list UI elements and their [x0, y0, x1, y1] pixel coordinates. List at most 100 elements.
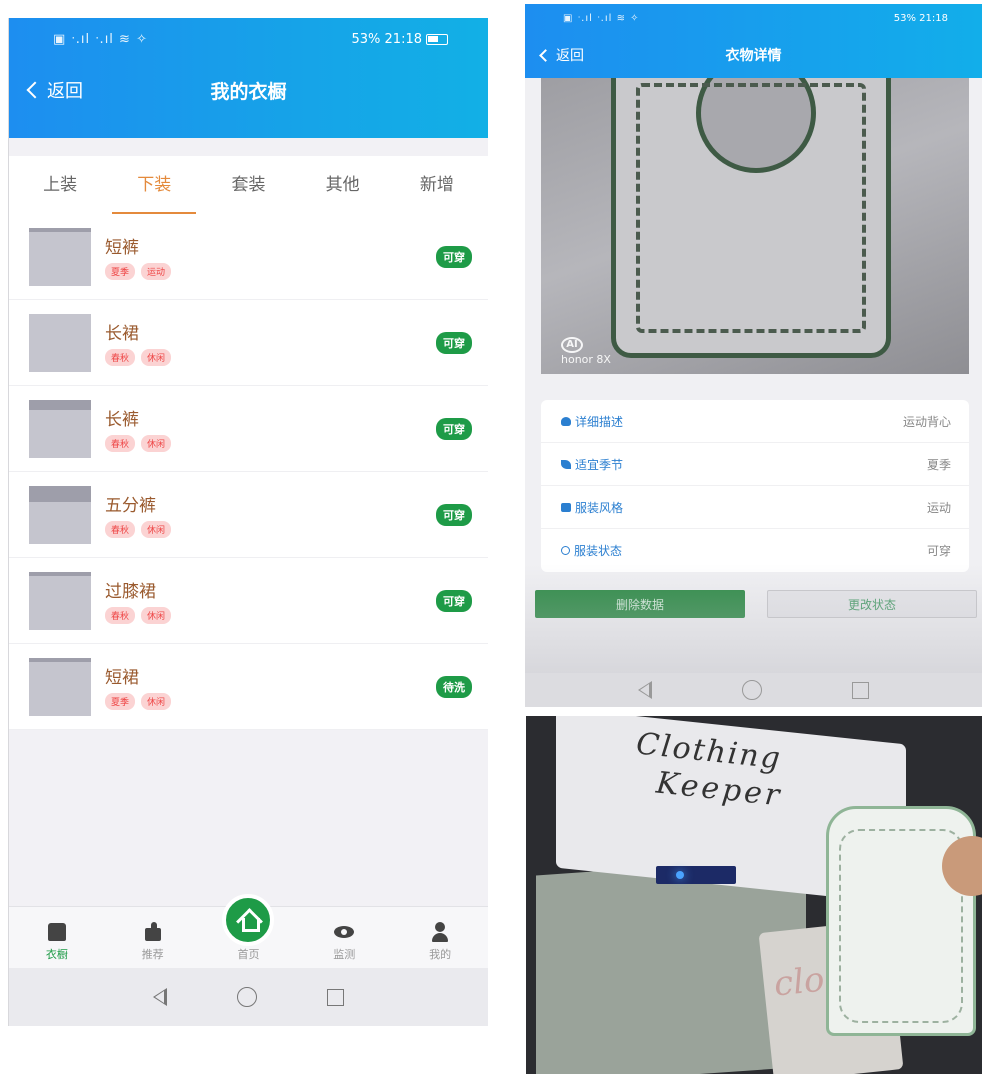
bottom-tab-label: 衣橱 — [45, 948, 68, 961]
handwriting-panel: clo — [772, 959, 827, 1005]
item-name: 长裤 — [105, 410, 139, 430]
item-tags: 夏季 运动 — [105, 263, 436, 280]
detail-row-season: 适宜季节 夏季 — [541, 443, 969, 486]
item-thumbnail — [29, 227, 91, 286]
status-bar: ▣ ᐧ.ıl ᐧ.ıl ≋ ✧ 53% 21:18 — [525, 4, 982, 32]
tab-tops[interactable]: 上装 — [14, 156, 106, 214]
style-tag: 休闲 — [141, 607, 172, 624]
thumbs-up-icon — [141, 920, 165, 944]
item-tags: 春秋 休闲 — [105, 607, 436, 624]
detail-row-description: 详细描述 运动背心 — [541, 400, 969, 443]
clothes-list: 短裤 夏季 运动 可穿 长裙 春秋 休闲 可穿 长裤 春秋 休闲 可穿 五分裤 … — [9, 214, 488, 730]
item-body: 短裙 夏季 休闲 — [105, 663, 436, 710]
battery-time-text: 53% 21:18 — [351, 31, 423, 47]
tab-bottoms[interactable]: 下装 — [108, 156, 200, 214]
vest-illustration — [611, 78, 891, 358]
detail-value: 运动背心 — [902, 414, 951, 429]
bottom-tab-label: 监测 — [333, 948, 356, 961]
list-item[interactable]: 过膝裙 春秋 休闲 可穿 — [9, 558, 488, 644]
bottom-tab-label: 首页 — [237, 948, 260, 961]
style-tag: 运动 — [141, 263, 172, 280]
battery-time-text: 53% 21:18 — [893, 12, 948, 24]
status-badge: 可穿 — [436, 331, 472, 354]
device-photo: Clothing Keeper clo — [526, 716, 982, 1074]
item-name: 五分裤 — [105, 496, 156, 516]
app-header: ▣ ᐧ.ıl ᐧ.ıl ≋ ✧ 53% 21:18 返回 我的衣橱 — [9, 18, 488, 138]
bottom-tab-bar: 衣橱 推荐 首页 监测 我的 — [9, 894, 488, 968]
clothing-detail-screen: ▣ ᐧ.ıl ᐧ.ıl ≋ ✧ 53% 21:18 返回 衣物详情 AI hon… — [525, 4, 982, 707]
item-name: 短裙 — [105, 668, 139, 688]
status-badge: 可穿 — [436, 589, 472, 612]
bottom-tab-monitor[interactable]: 监测 — [309, 920, 379, 962]
system-home-icon[interactable] — [237, 987, 257, 1007]
bottom-tab-label: 推荐 — [141, 948, 164, 961]
screen-fade-overlay — [525, 564, 982, 674]
home-icon — [237, 909, 261, 932]
list-item[interactable]: 五分裤 春秋 休闲 可穿 — [9, 472, 488, 558]
system-back-icon[interactable] — [153, 988, 167, 1006]
item-body: 五分裤 春秋 休闲 — [105, 491, 436, 538]
list-item[interactable]: 长裙 春秋 休闲 可穿 — [9, 300, 488, 386]
back-button[interactable]: 返回 — [25, 77, 83, 103]
status-badge: 待洗 — [436, 675, 472, 698]
item-body: 过膝裙 春秋 休闲 — [105, 577, 436, 624]
detail-label: 详细描述 — [575, 414, 624, 429]
detail-value: 运动 — [926, 500, 951, 515]
style-tag: 休闲 — [141, 435, 172, 452]
change-status-button[interactable]: 更改状态 — [767, 590, 977, 618]
cloud-icon — [561, 416, 571, 426]
item-thumbnail — [29, 313, 91, 372]
delete-data-button[interactable]: 删除数据 — [535, 590, 745, 618]
bottom-tab-recommend[interactable]: 推荐 — [118, 920, 188, 962]
bottom-tab-profile[interactable]: 我的 — [405, 920, 475, 962]
list-item[interactable]: 短裤 夏季 运动 可穿 — [9, 214, 488, 300]
nav-bar: 返回 衣物详情 — [525, 32, 982, 78]
detail-label: 服装状态 — [574, 544, 623, 558]
ai-logo-icon: AI — [561, 337, 583, 353]
clothing-photo: AI honor 8X — [541, 78, 969, 374]
season-tag: 春秋 — [105, 607, 136, 624]
style-tag: 休闲 — [141, 521, 172, 538]
detail-value: 可穿 — [926, 544, 951, 558]
detail-card: 详细描述 运动背心 适宜季节 夏季 服装风格 运动 服装状态 可穿 — [541, 400, 969, 572]
camera-watermark: AI honor 8X — [561, 337, 611, 366]
status-bar: ▣ ᐧ.ıl ᐧ.ıl ≋ ✧ 53% 21:18 — [9, 18, 488, 60]
content-gap — [9, 138, 488, 156]
system-recents-icon[interactable] — [852, 681, 869, 699]
category-tabs: 上装 下装 套装 其他 新增 — [9, 156, 488, 214]
item-tags: 春秋 休闲 — [105, 435, 436, 452]
detail-value: 夏季 — [926, 457, 951, 472]
battery-clock: 53% 21:18 — [894, 13, 948, 24]
clothing-icon — [561, 502, 571, 512]
home-fab[interactable] — [222, 894, 275, 946]
watermark-text: honor 8X — [561, 353, 611, 366]
tab-suits[interactable]: 套装 — [202, 156, 294, 214]
system-recents-icon[interactable] — [327, 988, 344, 1006]
bottom-tab-home[interactable]: 首页 — [213, 894, 283, 962]
list-item[interactable]: 长裤 春秋 休闲 可穿 — [9, 386, 488, 472]
item-name: 短裤 — [105, 238, 139, 258]
style-tag: 休闲 — [141, 693, 172, 710]
item-body: 短裤 夏季 运动 — [105, 233, 436, 280]
detail-row-status: 服装状态 可穿 — [541, 529, 969, 572]
shirt-icon — [45, 920, 69, 944]
season-tag: 春秋 — [105, 349, 136, 366]
style-tag: 休闲 — [141, 349, 172, 366]
item-tags: 夏季 休闲 — [105, 693, 436, 710]
list-item[interactable]: 短裙 夏季 休闲 待洗 — [9, 644, 488, 730]
item-body: 长裤 春秋 休闲 — [105, 405, 436, 452]
system-home-icon[interactable] — [742, 680, 762, 700]
chevron-left-icon — [539, 48, 552, 62]
bottom-tab-wardrobe[interactable]: 衣橱 — [22, 920, 92, 962]
season-tag: 春秋 — [105, 435, 136, 452]
detail-row-style: 服装风格 运动 — [541, 486, 969, 529]
item-thumbnail — [29, 485, 91, 544]
system-back-icon[interactable] — [638, 681, 652, 699]
item-thumbnail — [29, 657, 91, 716]
action-buttons: 删除数据 更改状态 — [535, 590, 977, 618]
tab-add-new[interactable]: 新增 — [391, 156, 483, 214]
back-button[interactable]: 返回 — [537, 45, 584, 65]
tab-others[interactable]: 其他 — [297, 156, 389, 214]
season-tag: 夏季 — [105, 693, 136, 710]
user-icon — [428, 920, 452, 944]
